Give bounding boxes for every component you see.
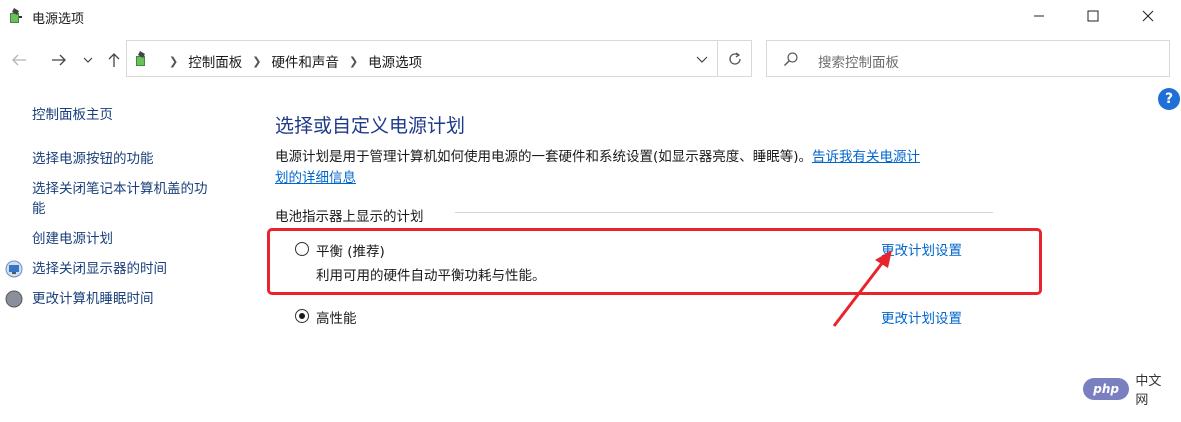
sidebar-item-label: 选择关闭笔记本计算机盖的功 (32, 181, 208, 197)
learn-more-link[interactable]: 告诉我有关电源计 (812, 149, 920, 165)
recent-locations-button[interactable] (80, 46, 96, 74)
breadcrumb-control-panel[interactable]: 控制面板 (188, 51, 242, 71)
sleep-moon-icon (5, 290, 23, 308)
maximize-icon (1087, 10, 1099, 22)
help-button[interactable]: ? (1158, 88, 1180, 110)
display-icon (5, 260, 23, 278)
sidebar-item-lid-close[interactable]: 选择关闭笔记本计算机盖的功 能 (32, 179, 237, 219)
sidebar-item-power-button[interactable]: 选择电源按钮的功能 (32, 149, 154, 169)
sidebar-item-create-plan[interactable]: 创建电源计划 (32, 229, 113, 249)
sidebar-item-display-off[interactable]: 选择关闭显示器的时间 (32, 259, 167, 279)
close-button[interactable] (1125, 0, 1171, 32)
breadcrumb-hardware-sound[interactable]: 硬件和声音 (271, 51, 339, 71)
watermark-text: 中文网 (1135, 374, 1162, 408)
search-icon (784, 52, 798, 66)
search-input[interactable]: 搜索控制面板 (818, 51, 899, 71)
minimize-button[interactable] (1016, 0, 1062, 32)
power-options-icon (133, 50, 151, 68)
maximize-button[interactable] (1070, 0, 1116, 32)
sidebar-home-link[interactable]: 控制面板主页 (32, 105, 113, 125)
chevron-right-icon: ❯ (169, 54, 179, 68)
back-arrow-icon (12, 54, 26, 66)
watermark: php 中文网 (1083, 374, 1173, 408)
breadcrumb-power-options[interactable]: 电源选项 (368, 51, 422, 71)
sidebar-item-sleep-time[interactable]: 更改计算机睡眠时间 (32, 289, 154, 309)
page-title: 选择或自定义电源计划 (275, 115, 466, 137)
back-button[interactable] (8, 46, 30, 74)
up-button[interactable] (104, 46, 124, 74)
plan-balanced-description: 利用可用的硬件自动平衡功耗与性能。 (316, 268, 546, 284)
address-bar[interactable]: ❯ 控制面板 ❯ 硬件和声音 ❯ 电源选项 (126, 40, 752, 77)
minimize-icon (1034, 15, 1044, 17)
forward-arrow-icon (52, 54, 66, 66)
php-logo: php (1083, 378, 1130, 400)
annotation-arrow-icon (832, 250, 892, 327)
refresh-button[interactable] (717, 40, 752, 77)
chevron-right-icon[interactable]: ❯ (252, 55, 261, 68)
close-icon (1142, 10, 1154, 22)
forward-button[interactable] (48, 46, 70, 74)
page-description: 电源计划是用于管理计算机如何使用电源的一套硬件和系统设置(如显示器亮度、睡眠等)… (275, 147, 1015, 189)
plan-balanced-name[interactable]: 平衡 (推荐) (316, 240, 385, 260)
plan-high-performance-name[interactable]: 高性能 (316, 307, 357, 327)
up-arrow-icon (108, 53, 120, 67)
breadcrumb: ❯ 控制面板 ❯ 硬件和声音 ❯ 电源选项 (159, 51, 422, 72)
title-bar: 电源选项 (0, 0, 1181, 32)
learn-more-link-continued[interactable]: 划的详细信息 (275, 170, 356, 186)
plan-balanced-radio[interactable] (295, 242, 309, 256)
plans-group-label: 电池指示器上显示的计划 (275, 209, 424, 225)
search-box[interactable]: 搜索控制面板 (766, 40, 1170, 77)
refresh-icon (728, 51, 741, 65)
window-title: 电源选项 (32, 12, 85, 27)
power-options-icon (7, 7, 25, 25)
description-text: 电源计划是用于管理计算机如何使用电源的一套硬件和系统设置(如显示器亮度、睡眠等)… (275, 149, 813, 165)
address-dropdown-button[interactable] (687, 41, 717, 76)
sidebar-item-label: 能 (32, 201, 46, 217)
chevron-down-icon (83, 57, 93, 63)
chevron-right-icon[interactable]: ❯ (349, 55, 358, 68)
plan-high-performance-radio[interactable] (295, 309, 309, 323)
group-divider (455, 212, 993, 213)
chevron-down-icon (696, 56, 708, 63)
